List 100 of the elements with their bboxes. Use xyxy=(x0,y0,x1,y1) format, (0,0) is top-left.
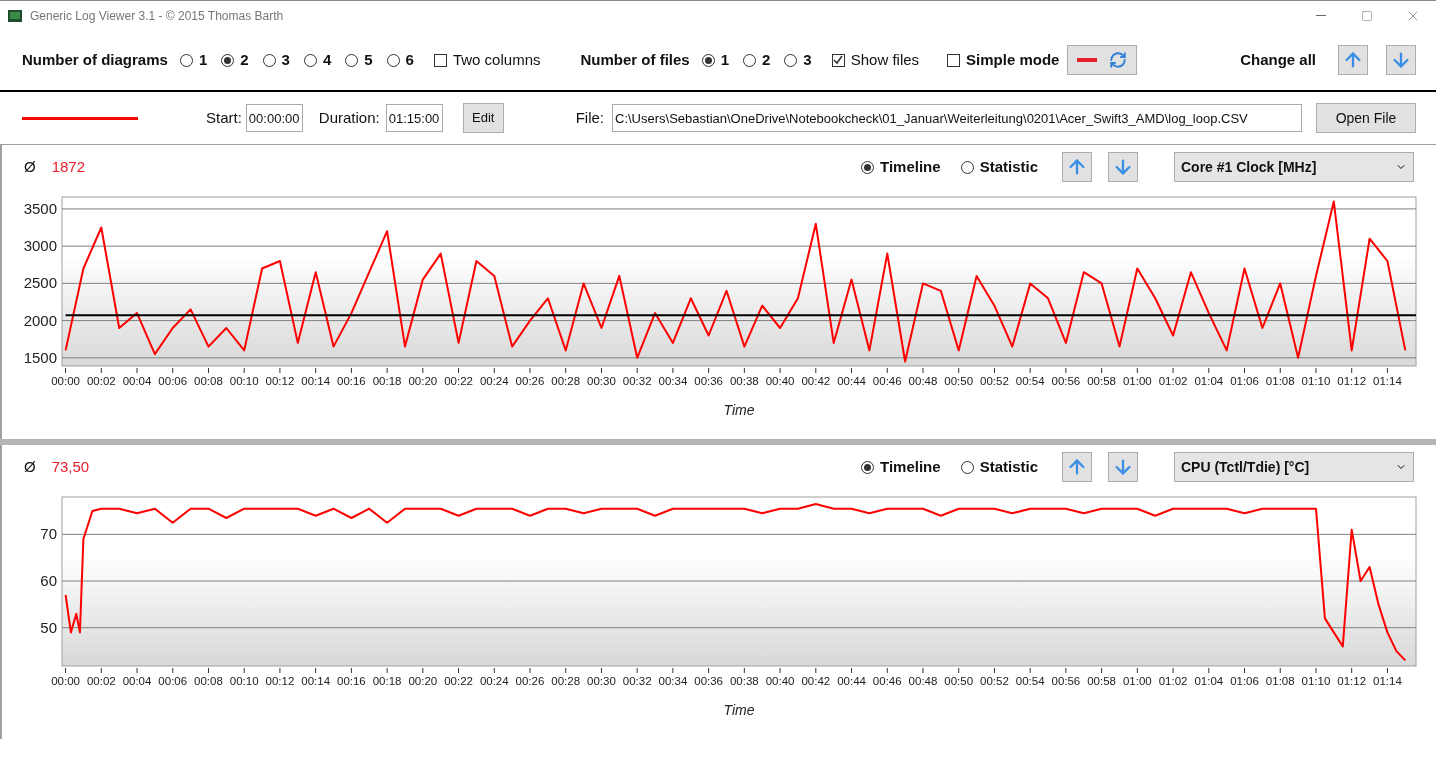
file-count-label: Number of files xyxy=(580,49,690,70)
x-axis-label: 00:12 xyxy=(265,675,295,687)
x-axis-label: 00:02 xyxy=(86,675,116,687)
radio-button[interactable] xyxy=(784,53,798,67)
x-axis-label: 00:50 xyxy=(944,375,974,387)
x-axis-label: 00:22 xyxy=(444,375,473,387)
x-axis-label: 00:52 xyxy=(980,375,1009,387)
x-axis-label: 00:52 xyxy=(980,675,1009,687)
checkbox-label: Two columns xyxy=(452,49,541,70)
diagram-count-label: Number of diagrams xyxy=(22,49,168,70)
radio-label: Timeline xyxy=(880,156,941,177)
move-down-button[interactable] xyxy=(1108,152,1138,182)
x-axis-label: 00:26 xyxy=(515,375,545,387)
checkbox[interactable] xyxy=(947,53,961,67)
x-axis-label: 00:30 xyxy=(587,375,616,387)
x-axis-label: 00:16 xyxy=(337,375,366,387)
radio-label: 2 xyxy=(240,49,249,70)
x-axis-label: 00:00 xyxy=(51,375,80,387)
x-axis-label: 00:58 xyxy=(1087,375,1116,387)
checkbox[interactable] xyxy=(831,53,845,67)
change-all-label: Change all xyxy=(1240,49,1316,70)
x-axis-label: 00:36 xyxy=(694,375,723,387)
x-axis-label: 00:40 xyxy=(765,375,795,387)
radio-button[interactable] xyxy=(262,53,276,67)
start-label: Start: xyxy=(206,107,242,128)
file-path-field[interactable]: C:\Users\Sebastian\OneDrive\Notebookcheck\01_Januar\Weiterleitung\0201\Acer_Swift3_AMD\log_loop.CSV xyxy=(612,104,1302,132)
radio-button[interactable] xyxy=(345,53,359,67)
edit-button[interactable]: Edit xyxy=(462,103,504,133)
x-axis-label: 00:14 xyxy=(301,675,331,687)
x-axis-label: 00:38 xyxy=(729,675,759,687)
x-axis-label: 00:34 xyxy=(658,375,688,387)
x-axis-label: 00:28 xyxy=(551,675,581,687)
x-axis-label: 01:14 xyxy=(1373,675,1402,687)
radio-label: 5 xyxy=(364,49,373,70)
radio-button[interactable] xyxy=(960,460,974,474)
y-axis-label: 2000 xyxy=(23,311,57,329)
x-axis-label: 00:48 xyxy=(908,675,938,687)
app-icon xyxy=(8,9,22,22)
x-axis-label: 01:06 xyxy=(1230,375,1259,387)
move-down-button[interactable] xyxy=(1108,452,1138,482)
x-axis-label: 00:08 xyxy=(194,675,223,687)
checkbox-label: Show files xyxy=(850,49,920,70)
move-up-button[interactable] xyxy=(1338,45,1368,75)
x-axis-label: 00:24 xyxy=(479,375,509,387)
x-axis-label: 01:12 xyxy=(1337,675,1367,687)
checkbox[interactable] xyxy=(433,53,447,67)
start-field[interactable]: 00:00:00 xyxy=(245,104,303,132)
x-axis-title: Time xyxy=(723,702,755,718)
x-axis-label: 00:34 xyxy=(658,675,688,687)
move-down-button[interactable] xyxy=(1386,45,1416,75)
maximize-icon xyxy=(1361,9,1373,22)
radio-button[interactable] xyxy=(701,53,715,67)
x-axis-label: 00:58 xyxy=(1087,675,1116,687)
x-axis-label: 00:18 xyxy=(372,375,402,387)
x-axis-label: 00:44 xyxy=(837,675,866,687)
x-axis-label: 01:14 xyxy=(1373,375,1402,387)
average-symbol: Ø xyxy=(24,456,36,477)
radio-button[interactable] xyxy=(743,53,756,67)
x-axis-label: 00:10 xyxy=(229,675,259,687)
radio-button[interactable] xyxy=(861,160,875,174)
x-axis-label: 00:20 xyxy=(408,675,438,687)
radio-button[interactable] xyxy=(221,53,235,67)
swap-color-button[interactable] xyxy=(1067,45,1138,75)
move-up-button[interactable] xyxy=(1062,152,1092,182)
x-axis-label: 01:00 xyxy=(1122,375,1152,387)
average-value: 73,50 xyxy=(51,456,90,477)
x-axis-label: 01:06 xyxy=(1230,675,1259,687)
x-axis-label: 00:42 xyxy=(801,375,831,387)
x-axis-label: 00:14 xyxy=(301,375,331,387)
x-axis-label: 00:08 xyxy=(194,375,223,387)
x-axis-label: 00:32 xyxy=(622,675,652,687)
duration-label: Duration: xyxy=(318,107,380,128)
radio-button[interactable] xyxy=(303,53,317,67)
radio-label: 1 xyxy=(720,49,729,70)
x-axis-label: 00:56 xyxy=(1051,375,1081,387)
radio-label: 6 xyxy=(405,49,414,70)
x-axis-label: 00:38 xyxy=(729,375,759,387)
x-axis-label: 00:18 xyxy=(372,675,402,687)
move-up-button[interactable] xyxy=(1062,452,1092,482)
x-axis-label: 00:32 xyxy=(622,375,652,387)
x-axis-label: 00:10 xyxy=(229,375,259,387)
x-axis-label: 00:04 xyxy=(122,375,152,387)
y-axis-label: 3500 xyxy=(23,199,57,217)
x-axis-label: 01:12 xyxy=(1337,375,1367,387)
radio-button[interactable] xyxy=(960,160,974,174)
x-axis-label: 00:46 xyxy=(872,675,902,687)
x-axis-label: 01:04 xyxy=(1194,375,1224,387)
x-axis-label: 00:12 xyxy=(265,375,295,387)
open-file-button[interactable]: Open File xyxy=(1316,103,1416,133)
x-axis-label: 00:42 xyxy=(801,675,831,687)
x-axis-label: 01:10 xyxy=(1301,375,1331,387)
sensor-dropdown[interactable]: CPU (Tctl/Tdie) [°C] xyxy=(1174,452,1414,482)
radio-button[interactable] xyxy=(179,53,193,67)
radio-label: 2 xyxy=(762,49,771,70)
sensor-dropdown[interactable]: Core #1 Clock [MHz] xyxy=(1174,152,1414,182)
x-axis-label: 01:02 xyxy=(1158,375,1188,387)
x-axis-label: 00:50 xyxy=(944,675,974,687)
radio-button[interactable] xyxy=(861,460,875,474)
radio-button[interactable] xyxy=(386,53,400,67)
duration-field[interactable]: 01:15:00 xyxy=(385,104,443,132)
